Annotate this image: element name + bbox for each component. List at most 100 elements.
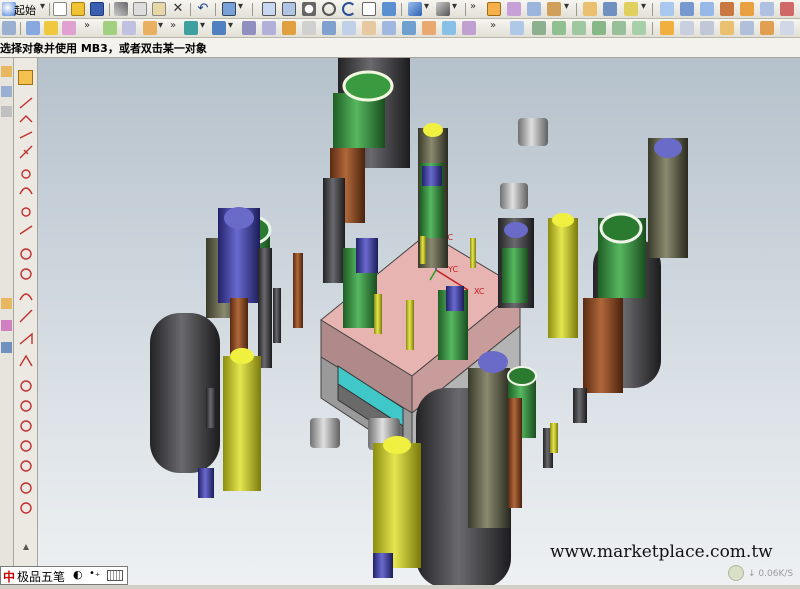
hand-select-icon[interactable] bbox=[18, 70, 33, 85]
insert-icon[interactable] bbox=[720, 2, 734, 16]
curve-icon[interactable] bbox=[62, 21, 76, 35]
yellow-pin-bottom[interactable] bbox=[373, 436, 421, 578]
ime-keyboard-icon[interactable] bbox=[107, 570, 123, 581]
toolbar-overflow-icon[interactable]: » bbox=[490, 20, 496, 31]
curve-edit-icon[interactable] bbox=[1, 320, 12, 331]
extrude-dropdown-icon[interactable]: ▾ bbox=[200, 20, 205, 31]
toolbar-overflow-icon[interactable]: » bbox=[170, 20, 176, 31]
shell-icon[interactable] bbox=[342, 21, 356, 35]
offset-curve-icon[interactable] bbox=[20, 482, 32, 494]
network-monitor-icon[interactable] bbox=[728, 565, 744, 581]
selection-filter-icon[interactable] bbox=[487, 2, 501, 16]
zoom-region-icon[interactable] bbox=[282, 2, 296, 16]
cooling-icon[interactable] bbox=[780, 2, 794, 16]
select-tool-icon[interactable] bbox=[222, 2, 236, 16]
line-angle-icon[interactable] bbox=[19, 131, 33, 139]
rotate-icon[interactable] bbox=[342, 2, 356, 16]
boss-icon[interactable] bbox=[262, 21, 276, 35]
ime-name[interactable]: 极品五笔 bbox=[17, 568, 65, 585]
sew-icon[interactable] bbox=[532, 21, 546, 35]
standard-part-icon[interactable] bbox=[740, 2, 754, 16]
edit-icon[interactable] bbox=[1, 298, 12, 309]
tool-a-icon[interactable] bbox=[660, 21, 674, 35]
ejector-icon[interactable] bbox=[760, 2, 774, 16]
tool-d-icon[interactable] bbox=[720, 21, 734, 35]
cross-tool-icon[interactable] bbox=[19, 145, 33, 159]
part-navigator-icon[interactable] bbox=[2, 21, 16, 35]
tool-g-icon[interactable] bbox=[780, 21, 794, 35]
ime-punctuation-icon[interactable]: •₊ bbox=[89, 568, 100, 579]
slide-assembly-right[interactable] bbox=[548, 138, 688, 423]
arc-tool-icon[interactable] bbox=[19, 115, 33, 123]
blend-icon[interactable] bbox=[302, 21, 316, 35]
layer-icon[interactable] bbox=[1, 86, 12, 97]
tool-c-icon[interactable] bbox=[700, 21, 714, 35]
mold-wizard-icon[interactable] bbox=[660, 2, 674, 16]
snap-icon[interactable] bbox=[507, 2, 521, 16]
copy-icon[interactable] bbox=[133, 2, 147, 16]
arc-icon[interactable] bbox=[143, 21, 157, 35]
tool-f-icon[interactable] bbox=[760, 21, 774, 35]
selection-icon[interactable] bbox=[1, 66, 12, 77]
feature-icon[interactable] bbox=[583, 2, 597, 16]
measure-icon[interactable] bbox=[624, 2, 638, 16]
orient-view-icon[interactable] bbox=[436, 2, 450, 16]
scroll-down-icon[interactable] bbox=[23, 544, 29, 550]
measure-dropdown-icon[interactable]: ▾ bbox=[641, 1, 646, 12]
surface-icon[interactable] bbox=[510, 21, 524, 35]
sketch-plane-icon[interactable] bbox=[26, 21, 40, 35]
draft-icon[interactable] bbox=[362, 21, 376, 35]
trim-curve-icon[interactable] bbox=[19, 332, 33, 345]
sketch-icon[interactable] bbox=[603, 2, 617, 16]
revolve-dropdown-icon[interactable]: ▾ bbox=[228, 20, 233, 31]
parting-icon[interactable] bbox=[700, 2, 714, 16]
toolbar-overflow-icon[interactable]: » bbox=[84, 20, 90, 31]
tool-b-icon[interactable] bbox=[680, 21, 694, 35]
start-menu-button[interactable]: 起始 bbox=[14, 2, 36, 18]
offset-surface-icon[interactable] bbox=[612, 21, 626, 35]
pattern-icon[interactable] bbox=[422, 21, 436, 35]
render-style-dropdown-icon[interactable]: ▾ bbox=[424, 1, 429, 12]
assembly-icon[interactable] bbox=[547, 2, 561, 16]
zoom-icon[interactable] bbox=[322, 2, 336, 16]
view-icon[interactable] bbox=[382, 2, 396, 16]
helix-icon[interactable] bbox=[20, 460, 32, 472]
point-tool-icon[interactable] bbox=[1, 106, 12, 117]
undo-icon[interactable]: ↶ bbox=[196, 2, 210, 16]
assembly-dropdown-icon[interactable]: ▾ bbox=[564, 1, 569, 12]
toolbar-overflow-icon[interactable]: » bbox=[470, 1, 476, 12]
spline-tool-icon[interactable] bbox=[19, 187, 33, 195]
extract-icon[interactable] bbox=[572, 21, 586, 35]
magnify-icon[interactable] bbox=[302, 2, 316, 16]
cut-icon[interactable] bbox=[114, 2, 128, 16]
fit-view-icon[interactable] bbox=[262, 2, 276, 16]
unite-icon[interactable] bbox=[462, 21, 476, 35]
open-folder-icon[interactable] bbox=[71, 2, 85, 16]
tangent-line-icon[interactable] bbox=[19, 225, 33, 235]
ime-toolbar[interactable]: 中 极品五笔 ◐ •₊ bbox=[0, 566, 128, 585]
project-curve-icon[interactable] bbox=[20, 502, 32, 514]
trim-body-icon[interactable] bbox=[382, 21, 396, 35]
select-dropdown-icon[interactable]: ▾ bbox=[238, 1, 243, 12]
line-icon[interactable] bbox=[122, 21, 136, 35]
save-icon[interactable] bbox=[90, 2, 104, 16]
new-file-icon[interactable] bbox=[53, 2, 67, 16]
extend-curve-icon[interactable] bbox=[19, 354, 33, 367]
ime-lang-icon[interactable]: 中 bbox=[3, 568, 15, 585]
paste-icon[interactable] bbox=[152, 2, 166, 16]
mold-tool-icon[interactable] bbox=[680, 2, 694, 16]
arc-center-icon[interactable] bbox=[20, 400, 32, 412]
tool-e-icon[interactable] bbox=[740, 21, 754, 35]
orient-dropdown-icon[interactable]: ▾ bbox=[452, 1, 457, 12]
datum-icon[interactable] bbox=[44, 21, 58, 35]
circle-tool-icon[interactable] bbox=[21, 169, 31, 179]
arc-dropdown-icon[interactable]: ▾ bbox=[158, 20, 163, 31]
pocket-icon[interactable] bbox=[282, 21, 296, 35]
ime-fullwidth-icon[interactable]: ◐ bbox=[73, 568, 83, 581]
circle-3pt-icon[interactable] bbox=[20, 268, 32, 280]
pan-icon[interactable] bbox=[362, 2, 376, 16]
chamfer-icon[interactable] bbox=[322, 21, 336, 35]
start-dropdown-icon[interactable]: ▾ bbox=[40, 1, 45, 12]
render-style-icon[interactable] bbox=[408, 2, 422, 16]
hole-icon[interactable] bbox=[242, 21, 256, 35]
